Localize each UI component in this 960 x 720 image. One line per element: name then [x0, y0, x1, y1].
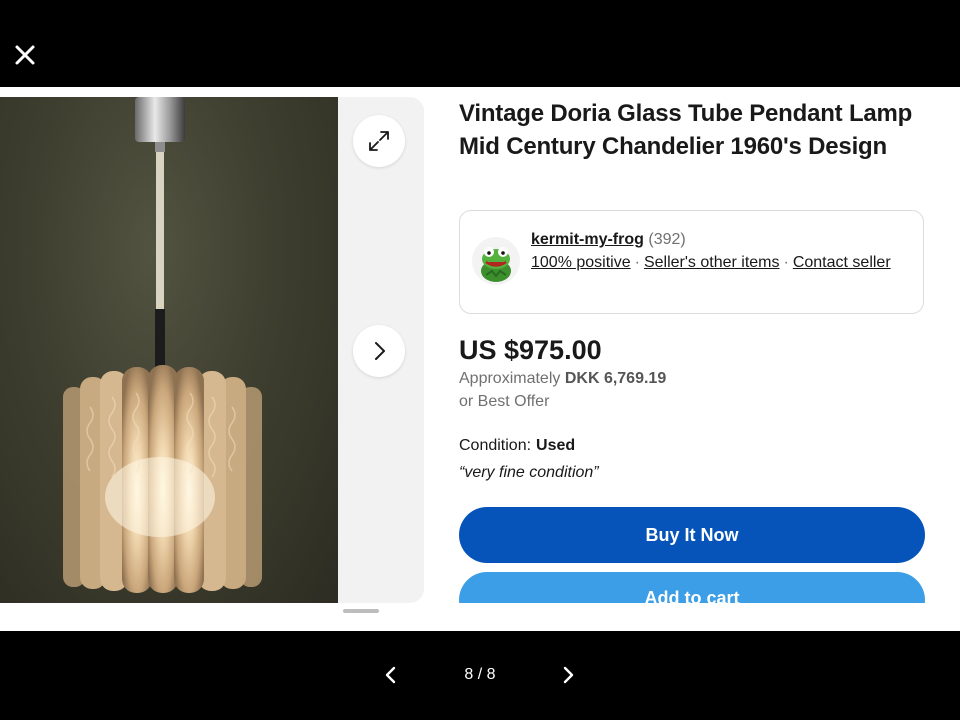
kermit-avatar-icon: [472, 237, 520, 285]
seller-name-link[interactable]: kermit-my-frog: [531, 231, 644, 248]
product-image[interactable]: [0, 97, 338, 603]
seller-avatar[interactable]: [472, 237, 520, 285]
contact-seller-link[interactable]: Contact seller: [793, 254, 891, 271]
image-counter: 8 / 8: [464, 666, 496, 683]
chevron-left-icon: [385, 666, 396, 684]
next-image-button[interactable]: [353, 325, 405, 377]
positive-feedback-link[interactable]: 100% positive: [531, 254, 631, 271]
separator-dot: ·: [634, 254, 640, 271]
price: US $975.00: [459, 335, 602, 365]
separator-dot: ·: [783, 254, 789, 271]
best-offer-text: or Best Offer: [459, 393, 550, 410]
sheet-footer: [0, 603, 960, 631]
seller-card: kermit-my-frog (392) 100% positive · Selle…: [459, 210, 924, 314]
expand-button[interactable]: [353, 115, 405, 167]
condition-label: Condition:: [459, 437, 532, 454]
seller-other-items-link[interactable]: Seller's other items: [644, 254, 780, 271]
listing-title: Vintage Doria Glass Tube Pendant Lamp Mi…: [459, 100, 913, 160]
condition-description: “very fine condition”: [459, 464, 599, 481]
pendant-lamp-photo: [63, 97, 262, 593]
condition-value: Used: [536, 437, 576, 454]
buy-it-now-button[interactable]: Buy It Now: [459, 507, 925, 563]
approx-price: Approximately DKK 6,769.19: [459, 370, 666, 388]
next-image-nav-button[interactable]: [557, 664, 579, 686]
seller-details: kermit-my-frog (392) 100% positive · Selle…: [531, 228, 911, 274]
approx-label: Approximately: [459, 370, 561, 387]
drag-handle[interactable]: [343, 609, 379, 613]
condition: Condition: Used: [459, 437, 575, 455]
approx-value: DKK 6,769.19: [564, 370, 667, 387]
chevron-right-icon: [563, 666, 574, 684]
listing-info: Vintage Doria Glass Tube Pendant Lamp Mi…: [459, 97, 929, 163]
seller-feedback-count: (392): [648, 231, 686, 248]
close-button[interactable]: [10, 40, 40, 70]
close-icon: [15, 45, 35, 65]
previous-image-button[interactable]: [380, 664, 402, 686]
chevron-right-icon: [375, 342, 385, 360]
listing-screenshot: Vintage Doria Glass Tube Pendant Lamp Mi…: [0, 87, 960, 631]
expand-icon: [369, 131, 389, 151]
